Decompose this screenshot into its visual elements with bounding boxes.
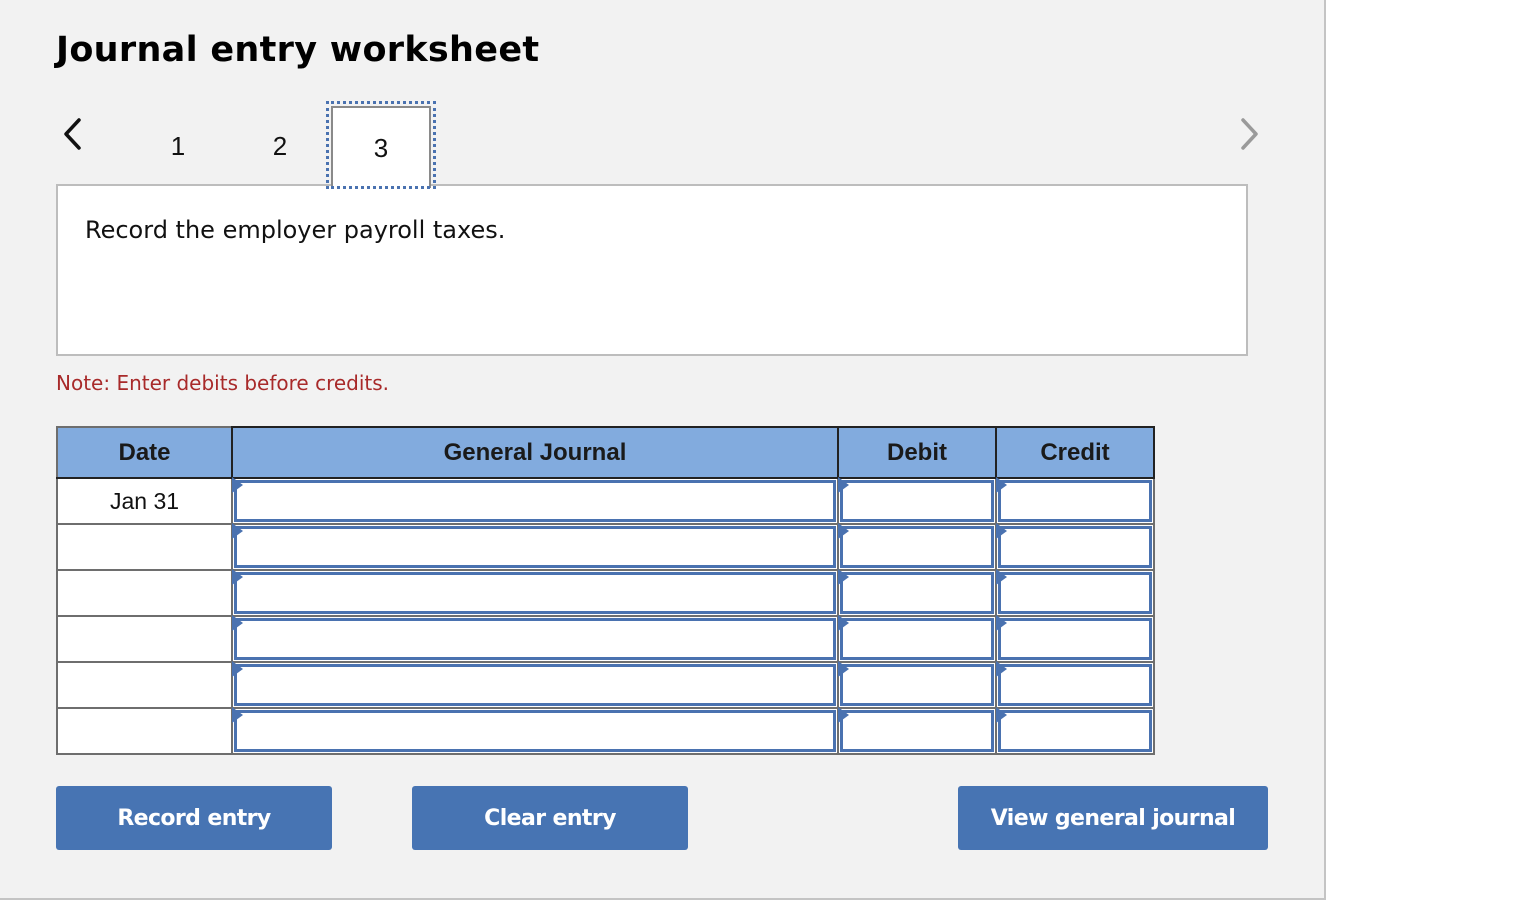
credit-input[interactable] [998,618,1152,660]
column-header-general-journal: General Journal [231,426,839,479]
entry-note: Note: Enter debits before credits. [56,371,390,395]
dropdown-marker-icon [838,523,849,539]
dropdown-marker-icon [838,569,849,585]
date-cell [56,661,233,709]
page-title: Journal entry worksheet [56,30,540,70]
tab-3-active[interactable]: 3 [331,106,431,188]
dropdown-marker-icon [232,569,243,585]
debit-cell [837,477,997,525]
debit-cell [837,523,997,571]
instruction-text: Record the employer payroll taxes. [85,216,506,244]
account-input[interactable] [234,710,836,752]
account-cell [231,569,839,617]
dropdown-marker-icon [232,477,243,493]
chevron-left-icon [64,118,81,150]
dropdown-marker-icon [232,707,243,723]
dropdown-marker-icon [996,477,1007,493]
debit-input[interactable] [840,664,994,706]
credit-input[interactable] [998,572,1152,614]
credit-cell [995,569,1155,617]
account-cell [231,477,839,525]
account-cell [231,523,839,571]
tab-label: 3 [373,132,389,163]
view-general-journal-button[interactable]: View general journal [958,786,1268,850]
dropdown-marker-icon [232,615,243,631]
dropdown-marker-icon [838,661,849,677]
date-cell [56,569,233,617]
worksheet-panel: Journal entry worksheet 1 2 3 Record the… [0,0,1326,900]
account-cell [231,615,839,663]
debit-cell [837,661,997,709]
previous-tab-button[interactable] [58,116,86,152]
credit-input[interactable] [998,710,1152,752]
account-cell [231,661,839,709]
dropdown-marker-icon [996,615,1007,631]
column-header-credit: Credit [995,426,1155,479]
account-input[interactable] [234,480,836,522]
credit-input[interactable] [998,664,1152,706]
credit-cell [995,661,1155,709]
next-tab-button[interactable] [1236,116,1264,152]
dropdown-marker-icon [996,707,1007,723]
tab-2[interactable]: 2 [230,106,330,186]
tab-label: 2 [272,130,288,161]
credit-cell [995,523,1155,571]
journal-row [56,615,1155,663]
account-input[interactable] [234,618,836,660]
debit-input[interactable] [840,526,994,568]
date-cell [56,707,233,755]
dropdown-marker-icon [996,661,1007,677]
journal-row: Jan 31 [56,477,1155,525]
debit-input[interactable] [840,618,994,660]
credit-input[interactable] [998,526,1152,568]
account-cell [231,707,839,755]
journal-row [56,569,1155,617]
instruction-box: Record the employer payroll taxes. [56,184,1248,356]
credit-cell [995,707,1155,755]
column-header-date: Date [56,426,233,479]
date-cell [56,523,233,571]
tab-label: 1 [170,130,186,161]
dropdown-marker-icon [996,523,1007,539]
credit-cell [995,615,1155,663]
dropdown-marker-icon [232,661,243,677]
journal-row [56,661,1155,709]
debit-input[interactable] [840,572,994,614]
debit-input[interactable] [840,480,994,522]
debit-cell [837,707,997,755]
journal-header-row: Date General Journal Debit Credit [56,426,1155,479]
account-input[interactable] [234,572,836,614]
record-entry-button[interactable]: Record entry [56,786,332,850]
journal-row [56,523,1155,571]
debit-cell [837,615,997,663]
credit-input[interactable] [998,480,1152,522]
dropdown-marker-icon [838,477,849,493]
dropdown-marker-icon [838,615,849,631]
debit-cell [837,569,997,617]
clear-entry-button[interactable]: Clear entry [412,786,688,850]
dropdown-marker-icon [232,523,243,539]
credit-cell [995,477,1155,525]
debit-input[interactable] [840,710,994,752]
dropdown-marker-icon [996,569,1007,585]
account-input[interactable] [234,664,836,706]
date-cell [56,615,233,663]
chevron-right-icon [1241,118,1258,150]
account-input[interactable] [234,526,836,568]
tab-1[interactable]: 1 [128,106,228,186]
date-cell: Jan 31 [56,477,233,525]
dropdown-marker-icon [838,707,849,723]
column-header-debit: Debit [837,426,997,479]
journal-table: Date General Journal Debit Credit Jan 31 [56,426,1155,755]
journal-row [56,707,1155,755]
